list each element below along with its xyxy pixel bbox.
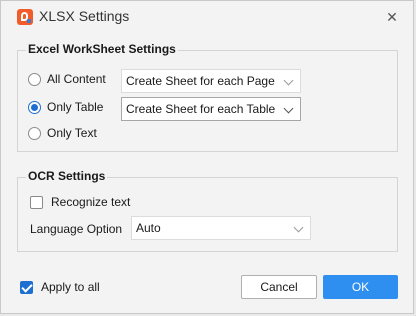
- apply-to-all-label: Apply to all: [41, 280, 100, 294]
- language-option-row: Language Option: [30, 222, 122, 236]
- all-content-sheet-value: Create Sheet for each Page: [126, 74, 275, 88]
- app-logo-icon: [17, 9, 33, 25]
- excel-group-title: Excel WorkSheet Settings: [26, 42, 178, 56]
- all-content-sheet-dropdown[interactable]: Create Sheet for each Page: [121, 69, 301, 93]
- language-value: Auto: [136, 221, 161, 235]
- recognize-text-checkbox[interactable]: [30, 195, 43, 209]
- only-table-sheet-value: Create Sheet for each Table: [126, 102, 276, 116]
- chevron-down-icon: [283, 75, 294, 86]
- close-icon[interactable]: ✕: [381, 6, 403, 28]
- radio-all-content-button[interactable]: [28, 72, 41, 86]
- recognize-text-row[interactable]: Recognize text: [30, 195, 130, 209]
- only-table-sheet-dropdown[interactable]: Create Sheet for each Table: [121, 97, 301, 121]
- dialog-title: XLSX Settings: [39, 8, 130, 24]
- radio-only-text-label: Only Text: [47, 126, 97, 140]
- chevron-down-icon: [283, 103, 294, 114]
- chevron-down-icon: [293, 222, 304, 233]
- title-bar: XLSX Settings ✕: [1, 1, 413, 33]
- ok-button[interactable]: OK: [323, 275, 398, 299]
- language-option-label: Language Option: [30, 222, 123, 236]
- apply-to-all-row[interactable]: Apply to all: [20, 280, 100, 294]
- radio-only-table-button[interactable]: [28, 100, 41, 114]
- language-dropdown[interactable]: Auto: [131, 216, 311, 240]
- radio-all-content-label: All Content: [47, 72, 106, 86]
- radio-only-text-button[interactable]: [28, 126, 41, 140]
- ocr-settings-group: OCR Settings Recognize text Language Opt…: [17, 169, 398, 252]
- recognize-text-label: Recognize text: [51, 195, 131, 209]
- cancel-button[interactable]: Cancel: [241, 275, 317, 299]
- radio-only-text[interactable]: Only Text: [28, 126, 97, 140]
- excel-worksheet-settings-group: Excel WorkSheet Settings All Content Cre…: [17, 42, 398, 152]
- ocr-group-title: OCR Settings: [26, 169, 108, 183]
- apply-to-all-checkbox[interactable]: [20, 280, 33, 294]
- radio-only-table[interactable]: Only Table: [28, 100, 103, 114]
- xlsx-settings-dialog: XLSX Settings ✕ Excel WorkSheet Settings…: [0, 0, 414, 314]
- radio-only-table-label: Only Table: [47, 100, 104, 114]
- radio-all-content[interactable]: All Content: [28, 72, 106, 86]
